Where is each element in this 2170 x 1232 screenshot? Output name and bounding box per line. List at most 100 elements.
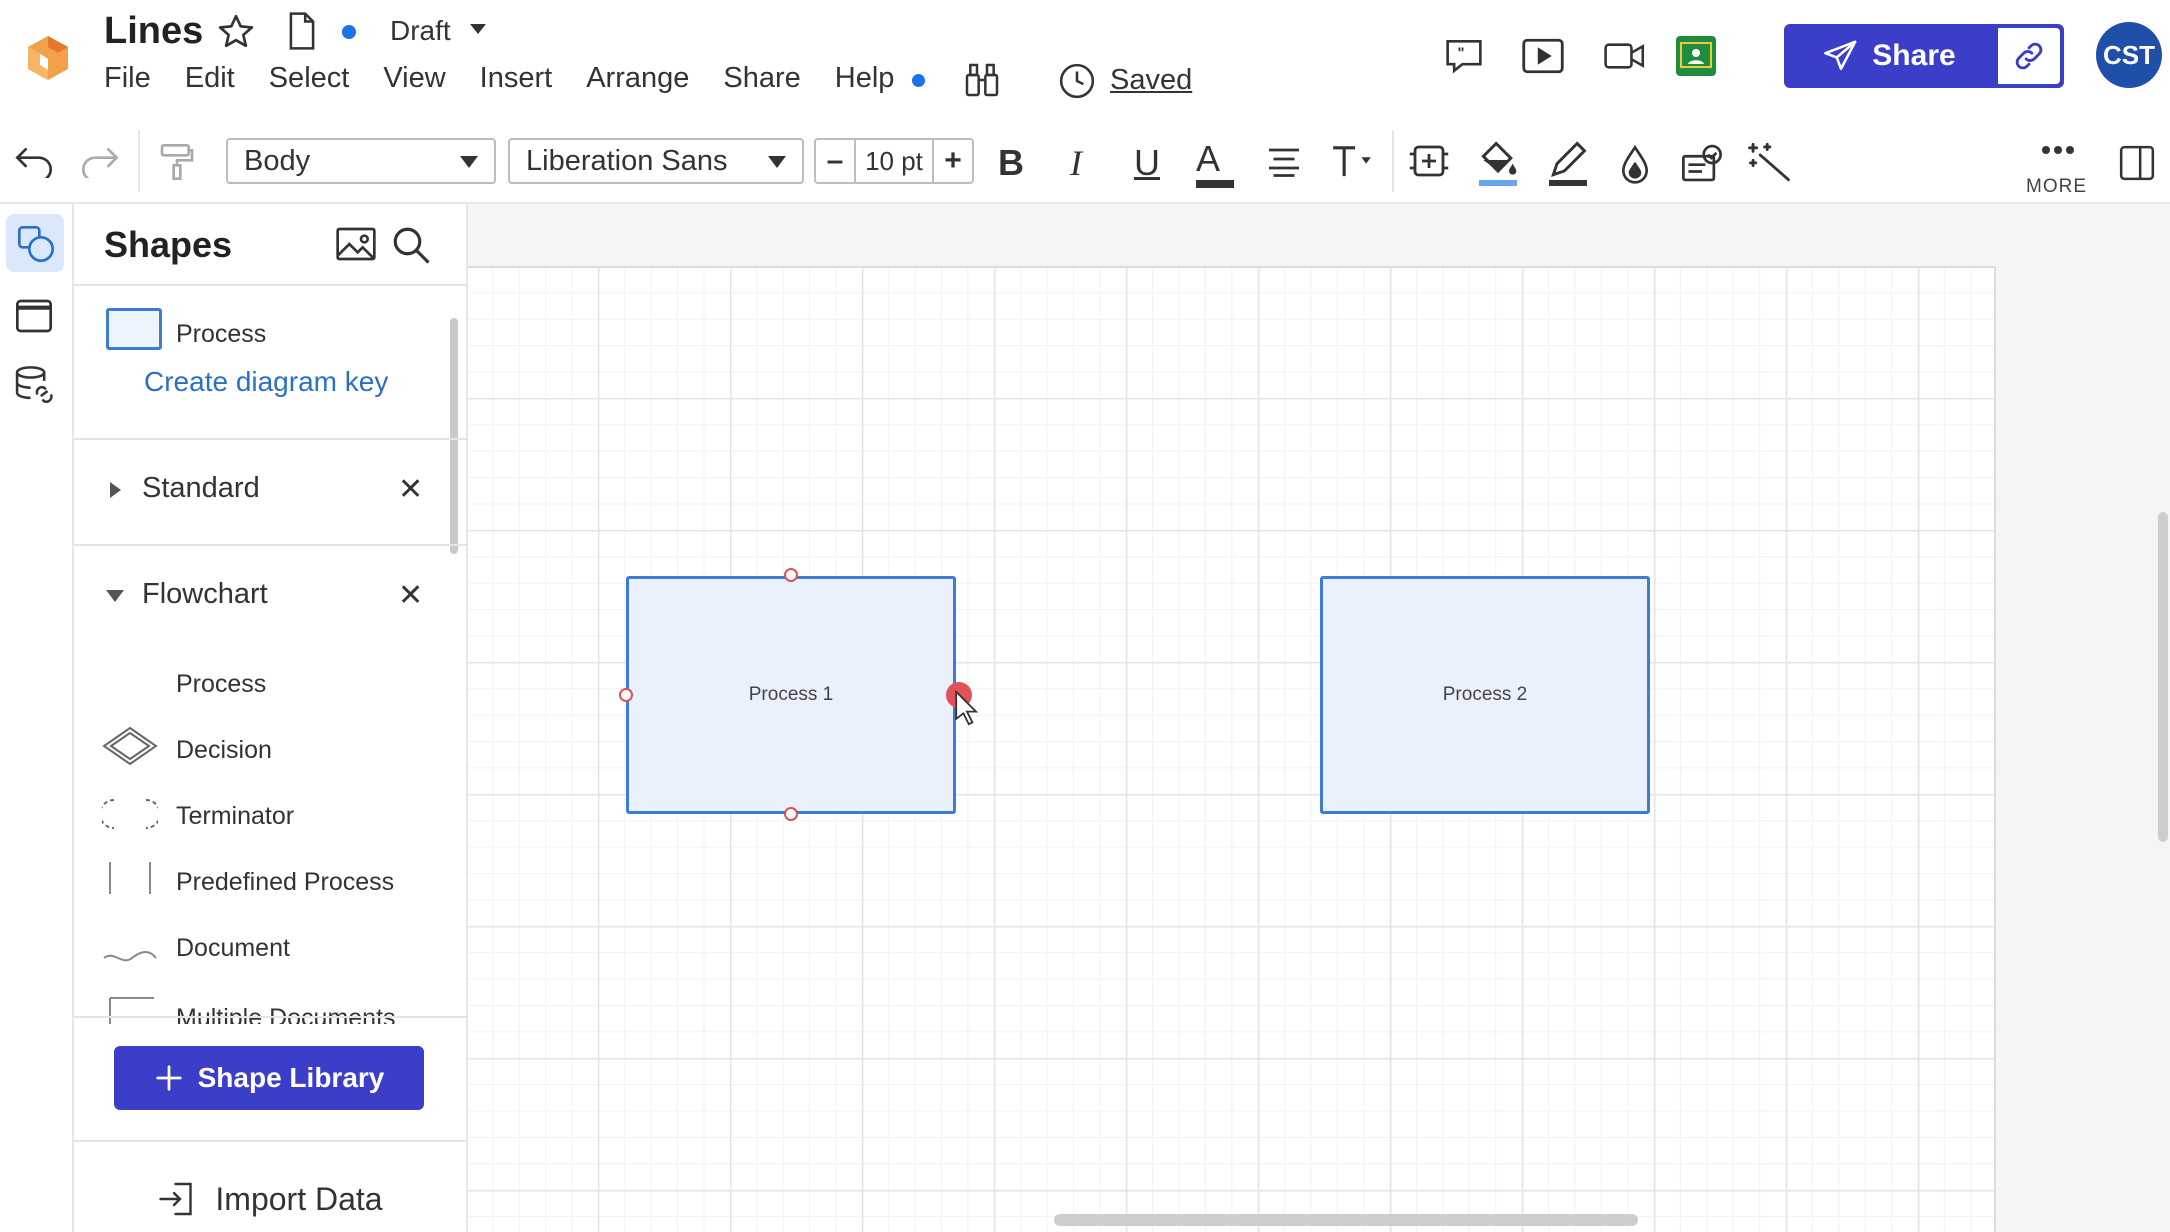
pages-icon[interactable] (14, 296, 54, 336)
clock-icon[interactable] (1058, 62, 1096, 100)
menu-view[interactable]: View (383, 62, 445, 95)
data-icon[interactable] (12, 364, 56, 408)
process-shape-1-label[interactable]: Process 1 (749, 684, 833, 706)
font-size-input[interactable]: 10 pt (854, 140, 934, 182)
connection-point-top[interactable] (784, 568, 798, 582)
redo-icon[interactable] (80, 144, 120, 178)
process-shape-1[interactable]: Process 1 (626, 576, 956, 814)
comment-icon[interactable]: " (1444, 38, 1484, 74)
shape-library-label: Shape Library (197, 1062, 385, 1093)
font-family-select[interactable]: Liberation Sans (508, 138, 804, 184)
panel-divider (74, 1016, 466, 1018)
shapes-rail-button[interactable] (6, 214, 64, 272)
chevron-down-icon (460, 156, 478, 168)
search-icon[interactable] (390, 224, 432, 266)
conditional-format-icon[interactable] (1680, 142, 1724, 184)
avatar[interactable]: CST (2096, 22, 2162, 88)
standard-section-header[interactable] (110, 482, 121, 498)
text-color-label: A (1196, 138, 1221, 179)
menu-insert[interactable]: Insert (480, 62, 553, 95)
saved-status-link[interactable]: Saved (1110, 64, 1192, 97)
bold-button[interactable]: B (998, 142, 1024, 184)
decrease-font-size-button[interactable]: – (816, 140, 854, 182)
predefined-process-shape-icon[interactable] (102, 860, 158, 896)
panel-divider (74, 438, 466, 440)
fill-icon[interactable] (1476, 138, 1520, 186)
shape-item-terminator[interactable]: Terminator (176, 802, 294, 831)
connection-point-left[interactable] (619, 688, 633, 702)
container-icon[interactable] (1408, 140, 1450, 182)
chevron-right-icon (110, 482, 121, 498)
format-painter-icon[interactable] (158, 142, 196, 182)
text-color-button[interactable]: A (1196, 140, 1234, 188)
panel-divider (74, 544, 466, 546)
menu-bar: File Edit Select View Insert Arrange Sha… (104, 62, 928, 95)
menu-share[interactable]: Share (723, 62, 800, 95)
multiple-documents-shape-icon[interactable] (102, 996, 158, 1024)
increase-font-size-button[interactable]: + (934, 140, 972, 182)
shape-item-decision[interactable]: Decision (176, 736, 272, 765)
terminator-shape-icon[interactable] (102, 798, 158, 830)
import-data-button[interactable]: Import Data (74, 1166, 466, 1232)
menu-help[interactable]: Help (835, 62, 895, 95)
send-icon (1824, 40, 1858, 72)
share-button[interactable]: Share (1784, 24, 1996, 88)
opacity-icon[interactable] (1618, 144, 1652, 184)
font-size-stepper: – 10 pt + (814, 138, 974, 184)
draft-status-label[interactable]: Draft (390, 15, 451, 47)
copy-link-button[interactable] (1998, 28, 2060, 84)
image-icon[interactable] (334, 224, 378, 264)
import-icon (157, 1181, 197, 1217)
shape-library-button[interactable]: Shape Library (114, 1046, 424, 1110)
shape-item-predefined-process[interactable]: Predefined Process (176, 868, 394, 897)
diagram-key-process-label[interactable]: Process (176, 320, 266, 349)
chevron-down-icon (106, 590, 124, 602)
menu-arrange[interactable]: Arrange (586, 62, 689, 95)
create-diagram-key-link[interactable]: Create diagram key (144, 366, 388, 398)
decision-shape-icon[interactable] (102, 726, 158, 766)
logo-icon[interactable] (26, 34, 70, 82)
binoculars-icon[interactable] (962, 60, 1002, 100)
menu-select[interactable]: Select (269, 62, 350, 95)
chevron-down-icon[interactable] (470, 24, 486, 34)
italic-button[interactable]: I (1070, 142, 1082, 184)
diagram-key-process-swatch[interactable] (106, 308, 162, 350)
panel-scrollbar[interactable] (450, 318, 458, 554)
magic-icon[interactable] (1746, 140, 1792, 184)
process-shape-2-label[interactable]: Process 2 (1443, 684, 1527, 706)
document-title[interactable]: Lines (104, 10, 203, 53)
shape-item-document[interactable]: Document (176, 934, 290, 963)
line-color-icon[interactable] (1546, 138, 1590, 186)
present-icon[interactable] (1522, 38, 1564, 74)
canvas-page[interactable]: Process 1 Process 2 (468, 266, 1996, 1232)
undo-icon[interactable] (14, 144, 54, 178)
text-style-select[interactable]: Body (226, 138, 496, 184)
close-icon[interactable]: ✕ (398, 472, 423, 507)
star-icon[interactable] (216, 12, 256, 52)
close-icon[interactable]: ✕ (398, 578, 423, 613)
video-icon[interactable] (1604, 38, 1646, 74)
shape-item-multiple-documents[interactable]: Multiple Documents (176, 1004, 396, 1024)
connection-point-bottom[interactable] (784, 807, 798, 821)
more-label[interactable]: MORE (2026, 176, 2087, 198)
right-panel-icon[interactable] (2118, 144, 2156, 182)
section-label-flowchart[interactable]: Flowchart (142, 578, 268, 611)
menu-edit[interactable]: Edit (185, 62, 235, 95)
plus-icon (154, 1063, 184, 1093)
classroom-icon[interactable] (1676, 36, 1716, 76)
process-shape-2[interactable]: Process 2 (1320, 576, 1650, 814)
text-options-icon[interactable] (1330, 144, 1374, 180)
menu-file[interactable]: File (104, 62, 151, 95)
panel-divider (74, 284, 466, 286)
more-icon[interactable] (2038, 144, 2078, 156)
horizontal-scrollbar[interactable] (1054, 1214, 1638, 1226)
document-shape-icon[interactable] (102, 950, 158, 966)
flowchart-section-header[interactable] (106, 590, 124, 602)
vertical-scrollbar[interactable] (2158, 512, 2168, 842)
canvas[interactable]: Process 1 Process 2 (468, 204, 2170, 1232)
align-icon[interactable] (1266, 146, 1302, 178)
shape-item-process[interactable]: Process (176, 670, 266, 699)
section-label-standard[interactable]: Standard (142, 472, 260, 505)
underline-button[interactable]: U (1134, 142, 1160, 184)
document-icon[interactable] (286, 12, 318, 50)
